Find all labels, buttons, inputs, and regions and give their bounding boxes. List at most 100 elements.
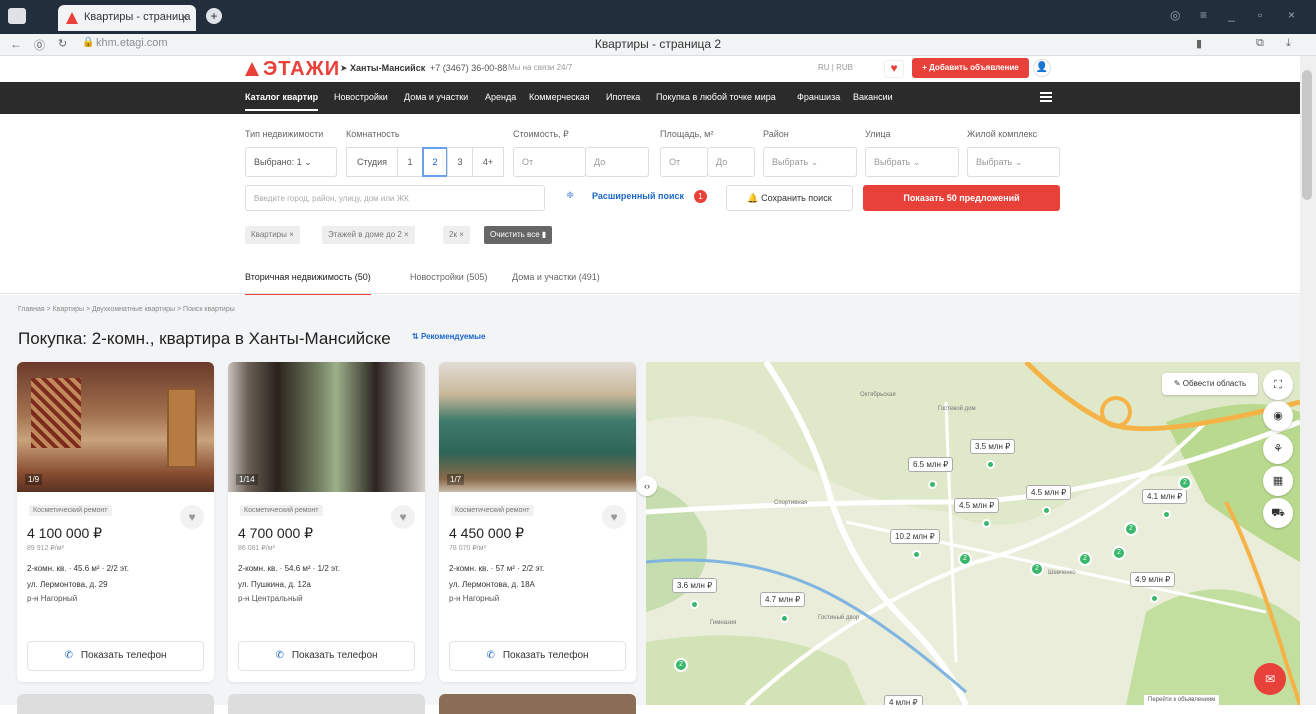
minimize-icon[interactable]: _: [1228, 8, 1235, 22]
listing-card[interactable]: 1/7 Косметический ремонт ♥ 4 450 000 ₽ 7…: [439, 362, 636, 682]
nav-commercial[interactable]: Коммерческая: [529, 92, 590, 102]
map-point[interactable]: [982, 519, 991, 528]
room-studio[interactable]: Студия: [346, 147, 398, 177]
show-offers-button[interactable]: Показать 50 предложений: [863, 185, 1060, 211]
room-4plus[interactable]: 4+: [472, 147, 504, 177]
car-icon[interactable]: ⛟: [1263, 498, 1293, 528]
bookmark-icon[interactable]: ▮: [1196, 37, 1202, 50]
fullscreen-icon[interactable]: ⛶: [1263, 370, 1293, 400]
city-selector[interactable]: ➤ Ханты-Мансийск: [340, 63, 425, 74]
show-phone-button[interactable]: ✆ Показать телефон: [449, 641, 626, 671]
nav-houses[interactable]: Дома и участки: [404, 92, 468, 102]
favorite-heart-icon[interactable]: ♥: [391, 505, 415, 529]
nav-franchise[interactable]: Франшиза: [797, 92, 840, 102]
map-price-marker[interactable]: 4.1 млн ₽: [1142, 489, 1188, 504]
advanced-search-link[interactable]: Расширенный поиск: [592, 191, 684, 201]
chip-floors[interactable]: Этажей в доме до 2 ×: [322, 226, 415, 244]
breadcrumb[interactable]: Главная > Квартиры > Двухкомнатные кварт…: [18, 306, 235, 313]
clear-all-button[interactable]: Очистить все ▮: [484, 226, 553, 244]
map-cluster[interactable]: 2: [1124, 522, 1138, 536]
area-from[interactable]: От: [660, 147, 708, 177]
map-price-marker[interactable]: 10.2 млн ₽: [890, 529, 940, 544]
map-price-marker[interactable]: 4.7 млн ₽: [760, 592, 806, 607]
add-listing-button[interactable]: + Добавить объявление: [912, 58, 1029, 78]
tabs-icon[interactable]: ⧉: [1256, 37, 1264, 50]
maximize-icon[interactable]: ▫: [1258, 8, 1262, 22]
tab-secondary[interactable]: Вторичная недвижимость (50): [245, 272, 371, 296]
chip-apartments[interactable]: Квартиры ×: [245, 226, 300, 244]
nav-mortgage[interactable]: Ипотека: [606, 92, 640, 102]
tab-new[interactable]: Новостройки (505): [410, 272, 487, 282]
map-price-marker[interactable]: 3.5 млн ₽: [970, 439, 1016, 454]
close-tab-icon[interactable]: ×: [181, 10, 188, 24]
map-point[interactable]: [912, 550, 921, 559]
map-collapse-toggle[interactable]: ‹›: [637, 476, 657, 496]
map-price-marker[interactable]: 6.5 млн ₽: [908, 457, 954, 472]
map-cluster[interactable]: 2: [1112, 546, 1126, 560]
site-phone[interactable]: +7 (3467) 36-00-88: [430, 63, 507, 73]
hamburger-icon[interactable]: [1040, 92, 1052, 102]
show-phone-button[interactable]: ✆ Показать телефон: [27, 641, 204, 671]
map-price-marker[interactable]: 4.5 млн ₽: [1026, 485, 1072, 500]
listing-card-next[interactable]: [439, 694, 636, 714]
listing-card-next[interactable]: [17, 694, 214, 714]
map-cluster[interactable]: 2: [1178, 476, 1192, 490]
price-to[interactable]: До: [585, 147, 649, 177]
map-price-marker[interactable]: 4.9 млн ₽: [1130, 572, 1176, 587]
favorites-heart-icon[interactable]: ♥: [884, 60, 904, 78]
tab-houses[interactable]: Дома и участки (491): [512, 272, 600, 282]
download-icon[interactable]: ⤓: [1286, 37, 1291, 50]
map-point[interactable]: [780, 614, 789, 623]
map-point[interactable]: [690, 600, 699, 609]
poi-icon[interactable]: ▦: [1263, 466, 1293, 496]
map-point[interactable]: [1162, 510, 1171, 519]
nav-vacancies[interactable]: Вакансии: [853, 92, 893, 102]
nav-catalog[interactable]: Каталог квартир: [245, 92, 319, 111]
area-to[interactable]: До: [707, 147, 755, 177]
layers-icon[interactable]: ⚘: [1263, 434, 1293, 464]
map-price-marker[interactable]: 4.5 млн ₽: [954, 498, 1000, 513]
map-point[interactable]: [928, 480, 937, 489]
street-select[interactable]: Выбрать ⌄: [865, 147, 959, 177]
listing-photo[interactable]: [439, 362, 636, 492]
new-tab-icon[interactable]: +: [206, 8, 222, 24]
search-input[interactable]: Введите город, район, улицу, дом или ЖК: [245, 185, 545, 211]
sort-link[interactable]: ⇅ Рекомендуемые: [412, 332, 485, 341]
geolocation-icon[interactable]: ◉: [1263, 401, 1293, 431]
nav-rent[interactable]: Аренда: [485, 92, 516, 102]
nav-worldwide[interactable]: Покупка в любой точке мира: [656, 92, 776, 102]
browser-tab[interactable]: Квартиры - страница ×: [58, 5, 196, 31]
room-1[interactable]: 1: [397, 147, 423, 177]
listing-photo[interactable]: [17, 362, 214, 492]
outline-area-button[interactable]: ✎ Обвести область: [1162, 373, 1258, 395]
chat-icon[interactable]: ✉: [1254, 663, 1286, 695]
favorite-heart-icon[interactable]: ♥: [180, 505, 204, 529]
listing-card[interactable]: 1/9 Косметический ремонт ♥ 4 100 000 ₽ 8…: [17, 362, 214, 682]
map-price-marker[interactable]: 4 млн ₽: [884, 695, 923, 705]
price-from[interactable]: От: [513, 147, 586, 177]
browser-menu-icon[interactable]: [8, 8, 26, 24]
favorite-heart-icon[interactable]: ♥: [602, 505, 626, 529]
room-3[interactable]: 3: [447, 147, 473, 177]
complex-select[interactable]: Выбрать ⌄: [967, 147, 1060, 177]
nav-new-buildings[interactable]: Новостройки: [334, 92, 388, 102]
logo[interactable]: ЭТАЖИ: [245, 58, 340, 81]
district-select[interactable]: Выбрать ⌄: [763, 147, 857, 177]
menu-icon[interactable]: ≡: [1200, 8, 1207, 22]
chip-2k[interactable]: 2к ×: [443, 226, 470, 244]
room-2[interactable]: 2: [422, 147, 448, 177]
lang-currency[interactable]: RU | RUB: [818, 63, 853, 72]
save-search-button[interactable]: 🔔 Сохранить поиск: [726, 185, 853, 211]
map-point[interactable]: [1042, 506, 1051, 515]
listing-card[interactable]: 1/14 Косметический ремонт ♥ 4 700 000 ₽ …: [228, 362, 425, 682]
extensions-icon[interactable]: ◎: [1170, 8, 1180, 22]
map-cluster[interactable]: 2: [1030, 562, 1044, 576]
map-point[interactable]: [986, 460, 995, 469]
map-price-marker[interactable]: 3.6 млн ₽: [672, 578, 718, 593]
listing-card-next[interactable]: [228, 694, 425, 714]
map-point[interactable]: [1150, 594, 1159, 603]
user-icon[interactable]: 👤: [1033, 59, 1051, 77]
map[interactable]: Октябрьская Гостевой дом Гостиный двор Г…: [646, 362, 1300, 705]
map-cluster[interactable]: 2: [958, 552, 972, 566]
show-phone-button[interactable]: ✆ Показать телефон: [238, 641, 415, 671]
